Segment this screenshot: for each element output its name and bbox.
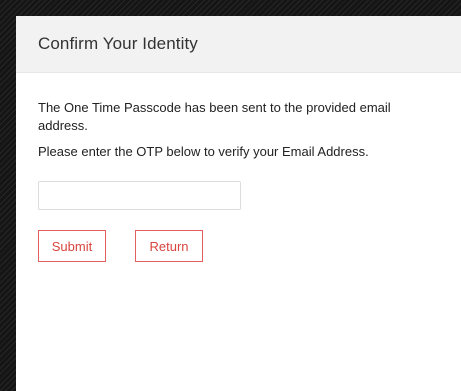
otp-sent-message: The One Time Passcode has been sent to t… xyxy=(38,100,391,133)
dialog-title: Confirm Your Identity xyxy=(38,34,198,53)
otp-instruction-message: Please enter the OTP below to verify you… xyxy=(38,144,369,159)
dialog-header: Confirm Your Identity xyxy=(16,16,461,73)
otp-input[interactable] xyxy=(38,181,241,210)
confirm-identity-dialog: Confirm Your Identity The One Time Passc… xyxy=(16,16,461,391)
submit-button[interactable]: Submit xyxy=(38,230,106,262)
dialog-actions: Submit Return xyxy=(38,230,439,262)
return-button[interactable]: Return xyxy=(135,230,203,262)
dialog-body: The One Time Passcode has been sent to t… xyxy=(16,73,461,262)
